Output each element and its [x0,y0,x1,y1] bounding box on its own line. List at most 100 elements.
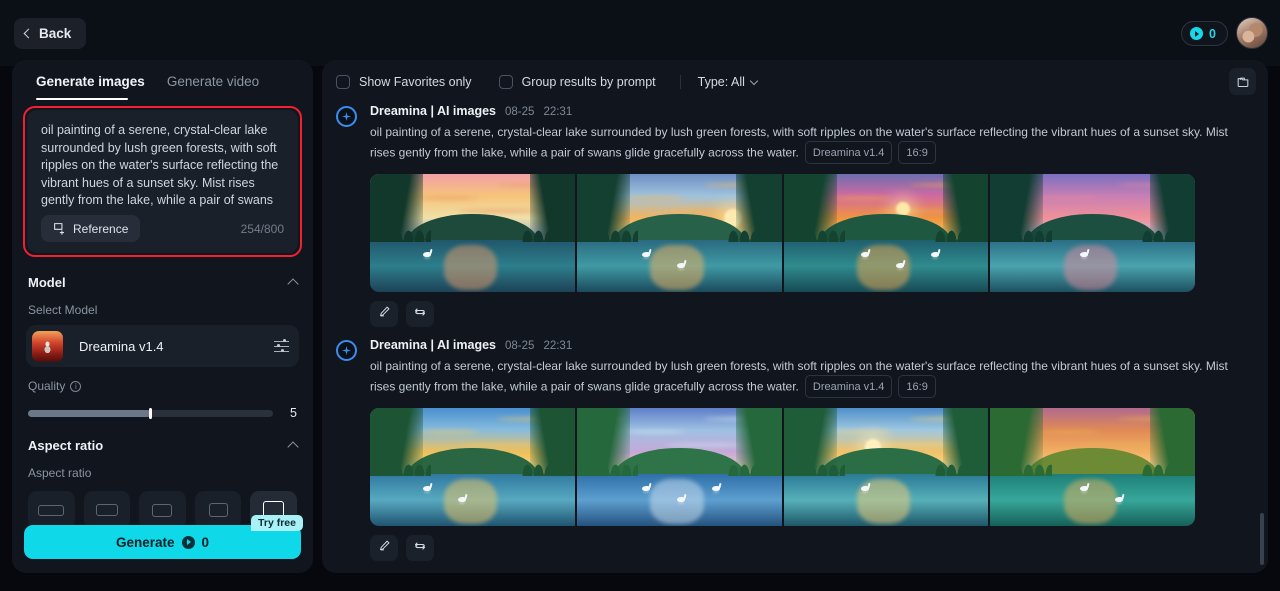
swan-figure [1080,251,1089,257]
generate-area: Generate 0 Try free [24,515,303,559]
generate-coin-icon [181,535,195,549]
quality-slider-handle[interactable] [149,407,152,419]
generate-cost: 0 [201,534,210,550]
result-image-lake-sunset-magenta-clouds[interactable] [783,174,989,292]
swan-figure [642,485,651,491]
swan-figure [896,262,905,268]
result-image-lake-teal-hill-reflection[interactable] [990,408,1195,526]
result-actions [370,535,1254,561]
swan-figure [642,251,651,257]
result-image-lake-sunset-pink-sky[interactable] [370,174,575,292]
left-panel: Generate images Generate video oil paint… [12,60,313,573]
model-name: Dreamina v1.4 [79,338,164,354]
result-title: Dreamina | AI images [370,338,497,352]
lake-artwork [990,408,1195,526]
quality-slider[interactable] [28,407,273,419]
edit-icon [378,305,391,323]
aspect-ratio-section-title: Aspect ratio [28,437,104,453]
results-list: Dreamina | AI images 08-25 22:31 oil painti… [322,104,1268,573]
back-button[interactable]: Back [14,18,87,49]
result-image-grid [370,174,1195,292]
quality-label-text: Quality [28,379,66,393]
type-dropdown[interactable]: Type: All [697,75,759,89]
dreamina-sparkle-icon [336,106,357,127]
results-scrollbar[interactable] [1260,513,1264,565]
aspect-ratio-shape [152,503,173,517]
result-image-lake-sunset-golden-sun[interactable] [576,174,782,292]
folder-button[interactable] [1229,68,1256,95]
result-image-lake-blue-morning-swans[interactable] [576,408,782,526]
regenerate-icon [413,539,427,558]
result-image-lake-dusk-violet-sky[interactable] [990,174,1195,292]
show-favorites-checkbox[interactable]: Show Favorites only [336,75,472,89]
tab-generate-images[interactable]: Generate images [36,74,145,100]
lake-artwork [990,174,1195,292]
lake-artwork [783,408,989,526]
aspect-ratio-option-ratio-4-3[interactable] [194,491,242,529]
tab-generate-video[interactable]: Generate video [167,74,259,100]
lake-artwork [576,408,782,526]
back-button-label: Back [39,26,72,41]
result-title: Dreamina | AI images [370,104,497,118]
results-panel: Show Favorites only Group results by pro… [322,60,1268,573]
chevron-down-icon [749,76,759,85]
aspect-ratio-shape [38,504,65,516]
regenerate-icon [413,305,427,324]
lake-artwork [370,408,575,526]
aspect-ratio-shape [208,503,228,517]
result-image-lake-dawn-amber-glow[interactable] [370,408,575,526]
swan-figure [711,485,720,491]
result-date: 08-25 [505,106,535,118]
result-tag: 16:9 [898,141,936,164]
prompt-input[interactable]: oil painting of a serene, crystal-clear … [27,110,298,253]
swan-figure [1115,496,1124,502]
prompt-char-counter: 254/800 [240,221,284,236]
chevron-up-icon-model[interactable] [287,277,299,290]
edit-button[interactable] [370,301,398,327]
swan-figure [423,485,432,491]
generate-button-label: Generate [115,534,175,550]
regenerate-button[interactable] [406,301,434,327]
swan-figure [930,251,939,257]
type-dropdown-label: Type: All [697,75,745,89]
avatar[interactable] [1236,17,1268,49]
aspect-ratio-option-ratio-16-9[interactable] [83,491,131,529]
regenerate-button[interactable] [406,535,434,561]
edit-button[interactable] [370,535,398,561]
result-block: Dreamina | AI images 08-25 22:31 oil painti… [336,104,1254,327]
result-image-grid [370,408,1195,526]
credits-badge[interactable]: 0 [1181,21,1228,46]
result-tag: Dreamina v1.4 [804,141,893,164]
credit-coin-icon [1190,27,1204,40]
filter-divider [679,75,681,89]
aspect-ratio-option-ratio-3-2[interactable] [139,491,186,529]
info-icon[interactable]: i [70,380,82,392]
prompt-highlight-frame: oil painting of a serene, crystal-clear … [23,106,302,257]
result-time: 22:31 [543,106,573,118]
model-settings-icon[interactable] [274,339,289,353]
reference-image-icon [54,223,65,235]
dreamina-sparkle-icon [336,340,357,361]
swan-figure [677,496,686,502]
aspect-ratio-option-ratio-21-9[interactable] [28,491,75,529]
result-image-lake-misty-sunrise-swan[interactable] [783,408,989,526]
aspect-ratio-label: Aspect ratio [12,466,313,480]
group-by-prompt-checkbox[interactable]: Group results by prompt [498,75,656,89]
swan-figure [423,251,432,257]
show-favorites-label: Show Favorites only [359,75,472,89]
model-selector[interactable]: Dreamina v1.4 [26,325,299,367]
reference-button[interactable]: Reference [41,215,141,242]
checkbox-icon-group [498,75,513,89]
result-prompt-text: oil painting of a serene, crystal-clear … [370,125,1228,160]
chevron-up-icon-aspect[interactable] [287,440,299,453]
quality-value: 5 [290,406,297,420]
swan-figure [1080,485,1089,491]
edit-icon [378,539,391,557]
model-thumbnail [32,330,63,362]
result-header: Dreamina | AI images 08-25 22:31 [370,104,1254,118]
select-model-label: Select Model [12,303,313,317]
aspect-ratio-shape [95,504,118,516]
result-header: Dreamina | AI images 08-25 22:31 [370,338,1254,352]
result-block: Dreamina | AI images 08-25 22:31 oil painti… [336,338,1254,561]
result-actions [370,301,1254,327]
